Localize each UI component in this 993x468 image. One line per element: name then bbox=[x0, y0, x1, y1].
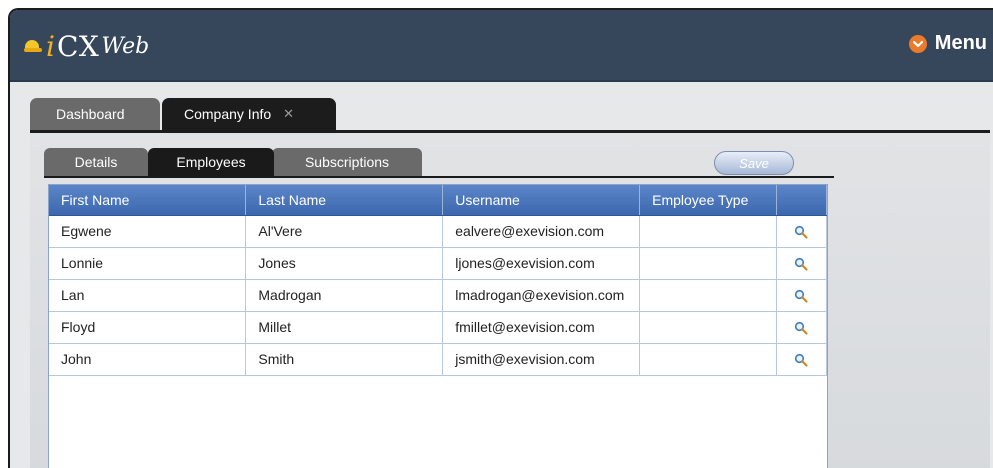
cell-last-name: Madrogan bbox=[245, 279, 444, 312]
menu-button[interactable]: Menu bbox=[908, 32, 987, 55]
table-header-row: First Name Last Name Username Employee T… bbox=[49, 185, 827, 216]
cell-first-name: John bbox=[49, 343, 247, 376]
tab-details-label: Details bbox=[74, 154, 118, 170]
column-header-username[interactable]: Username bbox=[442, 185, 641, 216]
view-button[interactable] bbox=[776, 311, 827, 344]
save-button[interactable]: Save bbox=[714, 151, 794, 175]
cell-employee-type bbox=[639, 311, 777, 344]
column-header-employee-type[interactable]: Employee Type bbox=[639, 185, 777, 216]
zoom-icon bbox=[795, 354, 808, 367]
cell-first-name: Lan bbox=[49, 279, 247, 312]
app-frame: i CX Web Menu Dashboard Company Info ✕ D… bbox=[8, 8, 993, 468]
cell-last-name: Al'Vere bbox=[245, 215, 444, 248]
tab-subscriptions-label: Subscriptions bbox=[304, 154, 390, 170]
table-row[interactable]: Lan Madrogan lmadrogan@exevision.com bbox=[49, 279, 827, 312]
column-header-actions bbox=[776, 185, 827, 216]
cell-username: ealvere@exevision.com bbox=[442, 215, 641, 248]
column-header-last-name[interactable]: Last Name bbox=[245, 185, 444, 216]
app-logo: i CX Web bbox=[24, 28, 149, 64]
app-header: i CX Web Menu bbox=[10, 10, 993, 82]
table-row[interactable]: Lonnie Jones ljones@exevision.com bbox=[49, 247, 827, 280]
tab-dashboard[interactable]: Dashboard bbox=[30, 98, 160, 130]
cell-first-name: Lonnie bbox=[49, 247, 247, 280]
brand-cx: CX bbox=[56, 29, 100, 63]
tab-employees-label: Employees bbox=[176, 154, 246, 170]
table-row[interactable]: Egwene Al'Vere ealvere@exevision.com bbox=[49, 215, 827, 248]
cell-username: lmadrogan@exevision.com bbox=[442, 279, 641, 312]
cell-employee-type bbox=[639, 343, 777, 376]
cell-first-name: Floyd bbox=[49, 311, 247, 344]
employees-grid: First Name Last Name Username Employee T… bbox=[48, 184, 828, 468]
zoom-icon bbox=[795, 258, 808, 271]
cell-last-name: Smith bbox=[245, 343, 444, 376]
cell-first-name: Egwene bbox=[49, 215, 247, 248]
brand-i: i bbox=[46, 29, 55, 63]
cell-username: ljones@exevision.com bbox=[442, 247, 641, 280]
cell-last-name: Millet bbox=[245, 311, 444, 344]
table-body: Egwene Al'Vere ealvere@exevision.com Lon… bbox=[49, 215, 827, 376]
tab-details[interactable]: Details bbox=[44, 148, 148, 176]
zoom-icon bbox=[795, 226, 808, 239]
zoom-icon bbox=[795, 322, 808, 335]
tab-company-info-label: Company Info bbox=[184, 106, 272, 122]
close-icon[interactable]: ✕ bbox=[283, 106, 294, 122]
view-button[interactable] bbox=[776, 247, 827, 280]
cell-username: jsmith@exevision.com bbox=[442, 343, 641, 376]
cell-username: fmillet@exevision.com bbox=[442, 311, 641, 344]
tab-employees[interactable]: Employees bbox=[148, 148, 274, 176]
view-button[interactable] bbox=[776, 343, 827, 376]
cell-employee-type bbox=[639, 247, 777, 280]
employees-table: First Name Last Name Username Employee T… bbox=[49, 185, 827, 376]
tab-subscriptions[interactable]: Subscriptions bbox=[272, 148, 422, 176]
tab-company-info[interactable]: Company Info ✕ bbox=[162, 98, 336, 130]
view-button[interactable] bbox=[776, 279, 827, 312]
cell-last-name: Jones bbox=[245, 247, 444, 280]
menu-label: Menu bbox=[934, 32, 987, 54]
cell-employee-type bbox=[639, 215, 777, 248]
hardhat-icon bbox=[24, 39, 42, 53]
table-row[interactable]: Floyd Millet fmillet@exevision.com bbox=[49, 311, 827, 344]
sub-tab-strip bbox=[44, 176, 834, 178]
column-header-first-name[interactable]: First Name bbox=[49, 185, 247, 216]
view-button[interactable] bbox=[776, 215, 827, 248]
zoom-icon bbox=[795, 290, 808, 303]
cell-employee-type bbox=[639, 279, 777, 312]
tab-dashboard-label: Dashboard bbox=[56, 106, 125, 122]
chevron-down-icon bbox=[908, 34, 927, 53]
table-row[interactable]: John Smith jsmith@exevision.com bbox=[49, 343, 827, 376]
brand-web: Web bbox=[101, 33, 150, 59]
